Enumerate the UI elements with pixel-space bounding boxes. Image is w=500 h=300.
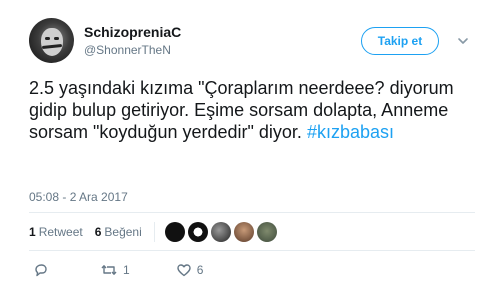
divider-bottom <box>29 250 475 251</box>
engagement-stats: 1 Retweet 6 Beğeni <box>29 222 280 242</box>
liker-avatar[interactable] <box>256 222 277 242</box>
stats-divider <box>153 222 155 242</box>
divider-top <box>29 212 475 213</box>
author-handle[interactable]: @ShonnerTheN <box>84 43 171 57</box>
tweet-timestamp[interactable]: 05:08 - 2 Ara 2017 <box>29 190 128 204</box>
retweet-icon <box>101 265 117 275</box>
like-icon <box>176 264 191 277</box>
like-stat-count: 6 <box>94 225 102 239</box>
tweet-text: 2.5 yaşındaki kızıma "Çoraplarım neerdee… <box>29 77 479 143</box>
liker-avatar[interactable] <box>187 222 208 242</box>
chevron-down-icon[interactable] <box>456 34 470 48</box>
retweet-stat-label: Retweet <box>38 225 83 239</box>
liker-avatar[interactable] <box>210 222 231 242</box>
tweet-actions: 1 6 <box>33 262 249 278</box>
author-avatar[interactable] <box>29 18 74 63</box>
author-display-name[interactable]: SchizopreniaC <box>84 24 181 40</box>
retweet-stat[interactable]: 1 Retweet <box>29 225 83 239</box>
retweet-count: 1 <box>123 263 130 277</box>
avatar-eye-right <box>54 37 59 40</box>
like-stat-label: Beğeni <box>104 225 142 239</box>
liker-avatars <box>164 222 280 242</box>
avatar-eye-left <box>45 37 50 40</box>
avatar-face <box>41 28 63 56</box>
follow-button[interactable]: Takip et <box>361 27 439 55</box>
like-button[interactable]: 6 <box>176 262 204 278</box>
hashtag-link[interactable]: #kızbabası <box>307 122 394 142</box>
like-count: 6 <box>196 263 204 277</box>
retweet-button[interactable]: 1 <box>100 262 130 278</box>
reply-button[interactable] <box>33 262 54 278</box>
retweet-stat-count: 1 <box>29 225 36 239</box>
like-stat[interactable]: 6 Beğeni <box>95 225 142 239</box>
reply-icon <box>35 264 47 277</box>
liker-avatar[interactable] <box>233 222 254 242</box>
liker-avatar[interactable] <box>164 222 185 242</box>
